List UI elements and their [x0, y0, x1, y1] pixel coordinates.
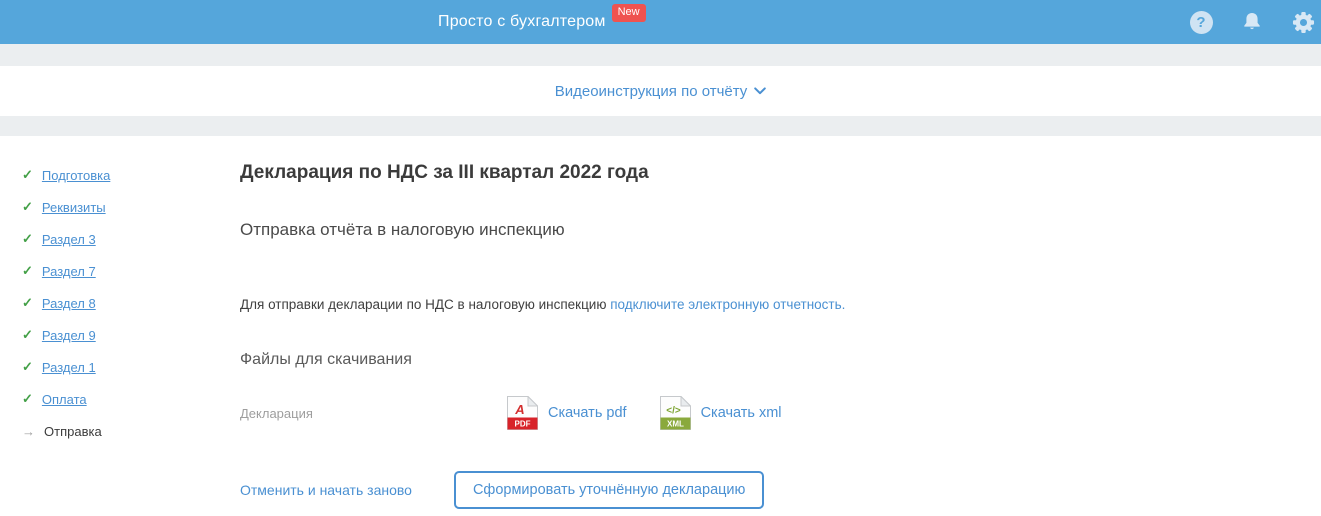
divider-strip-top [0, 44, 1321, 66]
info-paragraph: Для отправки декларации по НДС в налогов… [240, 297, 1140, 313]
download-pdf-link[interactable]: Скачать pdf [548, 405, 627, 421]
sidebar-link[interactable]: Раздел 8 [42, 296, 96, 311]
pdf-file-icon[interactable]: A PDF [507, 396, 538, 430]
sidebar-item-razdel-9: ✓ Раздел 9 [22, 319, 110, 351]
app-title: Просто с бухгалтером [438, 13, 606, 30]
sidebar-link[interactable]: Раздел 7 [42, 264, 96, 279]
main-content: Декларация по НДС за III квартал 2022 го… [240, 136, 1140, 509]
check-icon: ✓ [22, 231, 33, 246]
arrow-right-icon: → [22, 423, 35, 439]
chevron-down-icon [754, 87, 767, 95]
check-icon: ✓ [22, 359, 33, 374]
page-subtitle: Отправка отчёта в налоговую инспекцию [240, 220, 565, 239]
svg-text:A: A [514, 402, 524, 417]
sidebar-item-oplata: ✓ Оплата [22, 383, 110, 415]
video-instruction-label: Видеоинструкция по отчёту [554, 82, 748, 100]
svg-text:XML: XML [667, 420, 684, 429]
cancel-restart-link[interactable]: Отменить и начать заново [240, 482, 412, 498]
sidebar-link[interactable]: Оплата [42, 392, 87, 407]
info-text: Для отправки декларации по НДС в налогов… [240, 297, 611, 312]
sidebar-item-razdel-1: ✓ Раздел 1 [22, 351, 110, 383]
divider-strip-bottom [0, 116, 1321, 136]
page-title: Декларация по НДС за III квартал 2022 го… [240, 162, 649, 183]
sidebar-item-otpravka: → Отправка [22, 415, 110, 447]
steps-sidebar: ✓ Подготовка ✓ Реквизиты ✓ Раздел 3 ✓ Ра… [22, 159, 110, 447]
footer-actions: Отменить и начать заново Сформировать ут… [240, 471, 1140, 509]
sidebar-link[interactable]: Раздел 1 [42, 360, 96, 375]
declaration-file-row: Декларация A PDF Скачать pdf </> XML Ска… [240, 396, 1140, 430]
sidebar-item-razdel-3: ✓ Раздел 3 [22, 223, 110, 255]
app-title-block: Просто с бухгалтером New [438, 0, 646, 44]
new-badge: New [611, 4, 646, 22]
bell-icon[interactable] [1240, 10, 1264, 34]
video-band: Видеоинструкция по отчёту [0, 66, 1321, 116]
file-row-label: Декларация [240, 405, 313, 421]
xml-download-group: </> XML Скачать xml [659, 396, 782, 430]
sidebar-link[interactable]: Раздел 9 [42, 328, 96, 343]
header-icons: ? [1189, 0, 1315, 44]
app-header: Просто с бухгалтером New ? [0, 0, 1321, 44]
pdf-download-group: A PDF Скачать pdf [507, 396, 627, 430]
sidebar-item-podgotovka: ✓ Подготовка [22, 159, 110, 191]
svg-text:</>: </> [666, 406, 681, 417]
sidebar-link[interactable]: Подготовка [42, 168, 110, 183]
sidebar-item-rekvizity: ✓ Реквизиты [22, 191, 110, 223]
check-icon: ✓ [22, 199, 33, 214]
sidebar-item-razdel-7: ✓ Раздел 7 [22, 255, 110, 287]
download-xml-link[interactable]: Скачать xml [701, 405, 782, 421]
sidebar-link[interactable]: Раздел 3 [42, 232, 96, 247]
check-icon: ✓ [22, 167, 33, 182]
check-icon: ✓ [22, 391, 33, 406]
files-section-header: Файлы для скачивания [240, 351, 412, 368]
check-icon: ✓ [22, 327, 33, 342]
sidebar-current-step: Отправка [44, 423, 102, 439]
create-adjusted-declaration-button[interactable]: Сформировать уточнённую декларацию [453, 471, 765, 509]
sidebar-item-razdel-8: ✓ Раздел 8 [22, 287, 110, 319]
xml-file-icon[interactable]: </> XML [659, 396, 691, 430]
check-icon: ✓ [22, 295, 33, 310]
help-icon[interactable]: ? [1189, 10, 1213, 34]
video-instruction-link[interactable]: Видеоинструкция по отчёту [555, 83, 767, 100]
svg-text:PDF: PDF [515, 420, 531, 429]
sidebar-link[interactable]: Реквизиты [42, 200, 106, 215]
connect-e-reporting-link[interactable]: подключите электронную отчетность. [610, 297, 845, 312]
gear-icon[interactable] [1291, 10, 1315, 34]
check-icon: ✓ [22, 263, 33, 278]
